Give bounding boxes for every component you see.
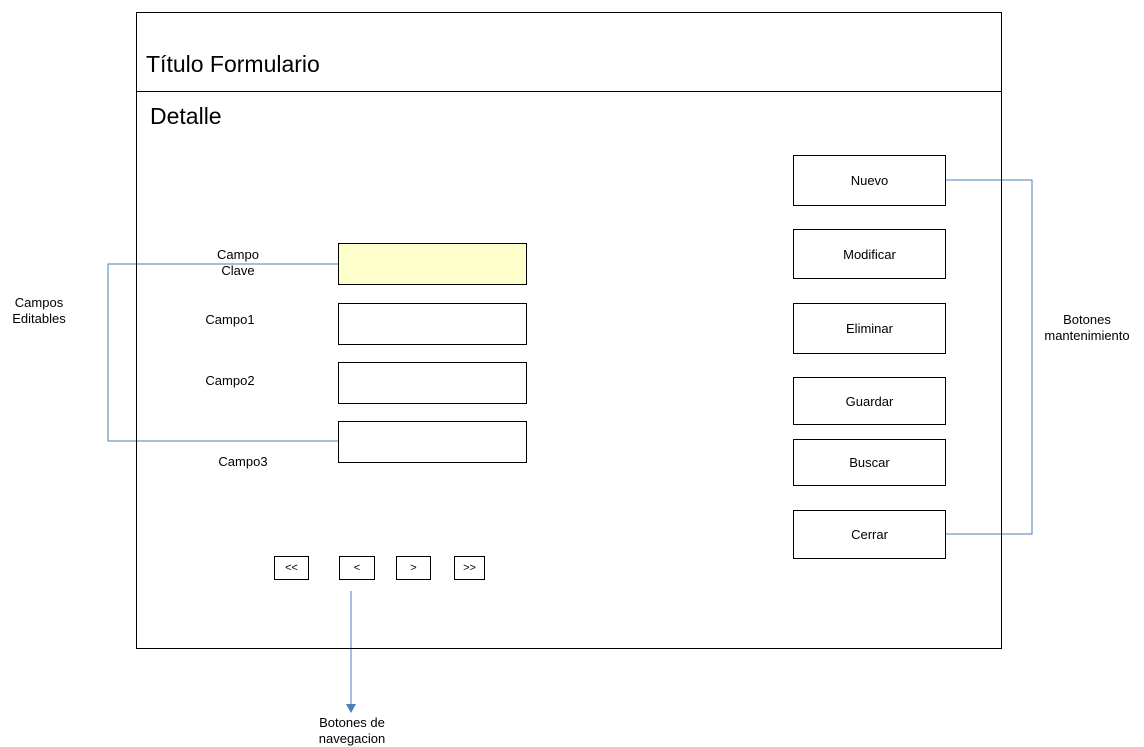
field-label-campo3: Campo3: [218, 454, 268, 469]
field-label-campo2: Campo2: [205, 373, 255, 388]
header-divider: [137, 91, 1001, 92]
field-label-key: Campo Clave: [203, 247, 273, 279]
cerrar-button[interactable]: Cerrar: [793, 510, 946, 559]
campo3-input[interactable]: [338, 421, 527, 463]
key-field-input[interactable]: [338, 243, 527, 285]
maintenance-buttons-annotation-line1: Botones: [1063, 312, 1111, 327]
nav-next-button[interactable]: >: [396, 556, 431, 580]
nav-prev-button[interactable]: <: [339, 556, 375, 580]
nav-first-button[interactable]: <<: [274, 556, 309, 580]
maintenance-buttons-annotation: Botones mantenimiento: [1034, 312, 1140, 344]
guardar-button[interactable]: Guardar: [793, 377, 946, 425]
navigation-arrow-head: [346, 704, 356, 713]
navigation-buttons-annotation-line2: navegacion: [318, 731, 386, 746]
field-label-key-line1: Campo: [217, 247, 259, 262]
maintenance-buttons-annotation-line2: mantenimiento: [1044, 328, 1130, 343]
form-title: Título Formulario: [146, 51, 320, 77]
navigation-buttons-annotation: Botones de navegacion: [291, 715, 413, 747]
nuevo-button[interactable]: Nuevo: [793, 155, 946, 206]
navigation-buttons-annotation-line1: Botones de: [319, 715, 385, 730]
field-label-campo1: Campo1: [205, 312, 255, 327]
field-label-key-line2: Clave: [221, 263, 255, 278]
campo1-input[interactable]: [338, 303, 527, 345]
nav-last-button[interactable]: >>: [454, 556, 485, 580]
modificar-button[interactable]: Modificar: [793, 229, 946, 279]
buscar-button[interactable]: Buscar: [793, 439, 946, 486]
editable-fields-annotation-line1: Campos: [14, 295, 64, 310]
campo2-input[interactable]: [338, 362, 527, 404]
section-title: Detalle: [150, 103, 222, 129]
editable-fields-annotation: Campos Editables: [4, 295, 74, 327]
editable-fields-annotation-line2: Editables: [12, 311, 66, 326]
eliminar-button[interactable]: Eliminar: [793, 303, 946, 354]
